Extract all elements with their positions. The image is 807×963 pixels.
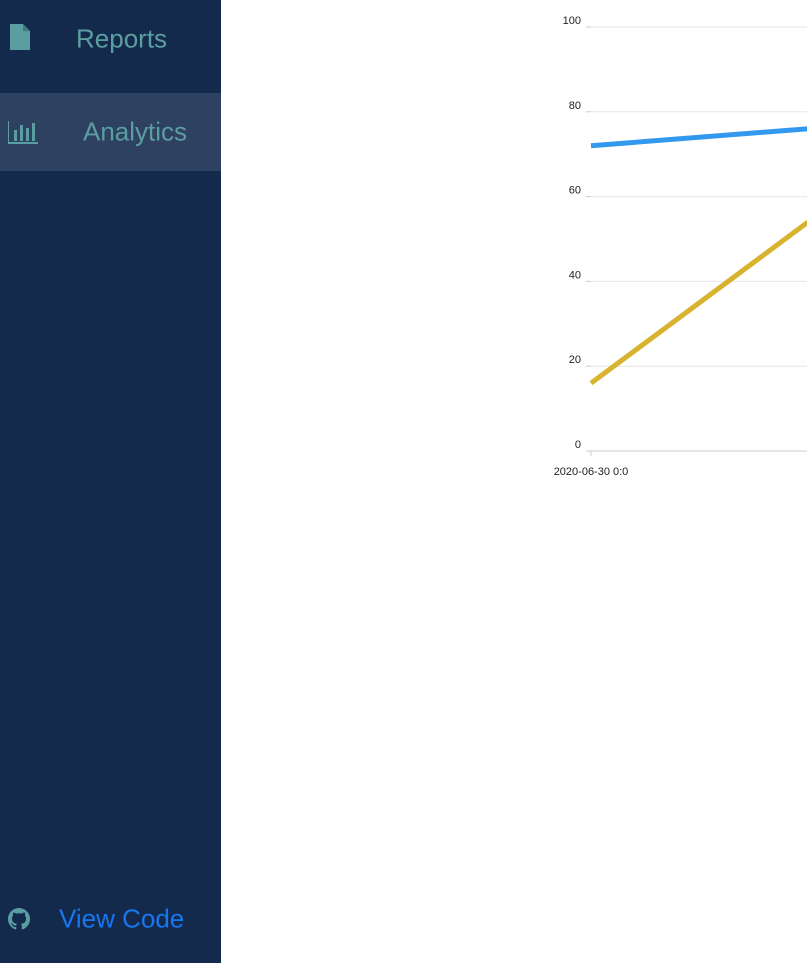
sidebar-item-label: Analytics bbox=[83, 116, 188, 147]
x-tick-label: 2020-06-30 0:0 bbox=[554, 466, 629, 478]
y-tick-label: 0 bbox=[575, 439, 581, 451]
series-line-2 bbox=[589, 220, 807, 386]
y-tick-label: 40 bbox=[569, 269, 581, 281]
analytics-chart: 0 20 40 60 80 100 2020-06-30 0:0 bbox=[221, 0, 807, 963]
series-line-1 bbox=[590, 126, 807, 149]
bar-chart-icon bbox=[8, 121, 38, 144]
sidebar-item-analytics[interactable]: Analytics bbox=[0, 93, 221, 171]
y-tick-label: 20 bbox=[569, 354, 581, 366]
sidebar-item-label: Reports bbox=[76, 23, 168, 54]
y-tick-label: 60 bbox=[569, 185, 581, 197]
view-code-label: View Code bbox=[59, 903, 185, 934]
file-icon bbox=[10, 24, 30, 50]
y-tick-label: 100 bbox=[563, 15, 581, 27]
github-icon bbox=[8, 908, 30, 930]
line-chart: 0 20 40 60 80 100 2020-06-30 0:0 bbox=[554, 15, 807, 478]
view-code-link[interactable]: View Code bbox=[0, 889, 221, 949]
y-tick-label: 80 bbox=[569, 100, 581, 112]
sidebar-item-reports[interactable]: Reports bbox=[0, 0, 221, 78]
sidebar: Reports Analytics View Code bbox=[0, 0, 221, 963]
